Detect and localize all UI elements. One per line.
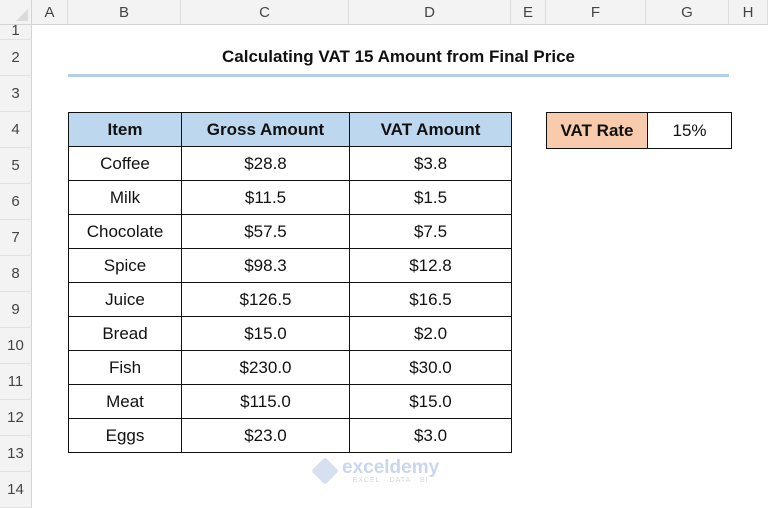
table-row: Spice $98.3 $12.8 xyxy=(68,248,512,283)
gross-amount-cell[interactable]: $126.5 xyxy=(181,282,350,317)
gross-amount-cell[interactable]: $98.3 xyxy=(181,248,350,283)
vat-rate-box: VAT Rate 15% xyxy=(546,112,732,149)
column-header-f[interactable]: F xyxy=(546,0,646,25)
column-header-h[interactable]: H xyxy=(729,0,768,25)
table-row: Fish $230.0 $30.0 xyxy=(68,350,512,385)
vat-amount-cell[interactable]: $7.5 xyxy=(349,214,512,249)
table-row: Coffee $28.8 $3.8 xyxy=(68,146,512,181)
row-header-1[interactable]: 1 xyxy=(0,25,32,40)
row-header-7[interactable]: 7 xyxy=(0,220,32,256)
header-gross-amount[interactable]: Gross Amount xyxy=(181,112,350,147)
gross-amount-cell[interactable]: $115.0 xyxy=(181,384,350,419)
title-underline xyxy=(68,74,729,77)
column-header-a[interactable]: A xyxy=(32,0,68,25)
gross-amount-cell[interactable]: $11.5 xyxy=(181,180,350,215)
table-row: Chocolate $57.5 $7.5 xyxy=(68,214,512,249)
column-header-d[interactable]: D xyxy=(349,0,511,25)
gross-amount-cell[interactable]: $15.0 xyxy=(181,316,350,351)
vat-amount-cell[interactable]: $3.0 xyxy=(349,418,512,453)
vat-amount-cell[interactable]: $2.0 xyxy=(349,316,512,351)
vat-amount-cell[interactable]: $30.0 xyxy=(349,350,512,385)
vat-amount-cell[interactable]: $16.5 xyxy=(349,282,512,317)
row-header-11[interactable]: 11 xyxy=(0,364,32,400)
vat-amount-cell[interactable]: $12.8 xyxy=(349,248,512,283)
vat-amount-cell[interactable]: $3.8 xyxy=(349,146,512,181)
item-cell[interactable]: Meat xyxy=(68,384,182,419)
table-row: Juice $126.5 $16.5 xyxy=(68,282,512,317)
item-cell[interactable]: Eggs xyxy=(68,418,182,453)
column-header-c[interactable]: C xyxy=(181,0,349,25)
sheet-title[interactable]: Calculating VAT 15 Amount from Final Pri… xyxy=(68,40,729,74)
gross-amount-cell[interactable]: $28.8 xyxy=(181,146,350,181)
header-vat-amount[interactable]: VAT Amount xyxy=(349,112,512,147)
select-all-corner[interactable] xyxy=(0,0,32,25)
row-header-14[interactable]: 14 xyxy=(0,472,32,508)
vat-table: Item Gross Amount VAT Amount Coffee $28.8… xyxy=(68,112,512,453)
row-header-12[interactable]: 12 xyxy=(0,400,32,436)
select-all-triangle-icon xyxy=(16,9,28,21)
table-row: Meat $115.0 $15.0 xyxy=(68,384,512,419)
item-cell[interactable]: Spice xyxy=(68,248,182,283)
table-header-row: Item Gross Amount VAT Amount xyxy=(68,112,512,147)
vat-rate-label[interactable]: VAT Rate xyxy=(546,112,648,149)
row-header-3[interactable]: 3 xyxy=(0,76,32,112)
gross-amount-cell[interactable]: $230.0 xyxy=(181,350,350,385)
item-cell[interactable]: Fish xyxy=(68,350,182,385)
gross-amount-cell[interactable]: $23.0 xyxy=(181,418,350,453)
item-cell[interactable]: Bread xyxy=(68,316,182,351)
row-header-13[interactable]: 13 xyxy=(0,436,32,472)
row-header-4[interactable]: 4 xyxy=(0,112,32,148)
column-header-b[interactable]: B xyxy=(68,0,181,25)
vat-amount-cell[interactable]: $1.5 xyxy=(349,180,512,215)
watermark-tagline: EXCEL · DATA · BI xyxy=(352,477,429,484)
table-row: Eggs $23.0 $3.0 xyxy=(68,418,512,453)
item-cell[interactable]: Coffee xyxy=(68,146,182,181)
column-header-g[interactable]: G xyxy=(646,0,729,25)
item-cell[interactable]: Milk xyxy=(68,180,182,215)
row-header-5[interactable]: 5 xyxy=(0,148,32,184)
row-header-2[interactable]: 2 xyxy=(0,40,32,76)
watermark: exceldemy EXCEL · DATA · BI xyxy=(311,457,440,485)
gross-amount-cell[interactable]: $57.5 xyxy=(181,214,350,249)
item-cell[interactable]: Chocolate xyxy=(68,214,182,249)
header-item[interactable]: Item xyxy=(68,112,182,147)
exceldemy-logo-icon xyxy=(311,457,339,485)
vat-rate-value[interactable]: 15% xyxy=(647,112,732,149)
column-header-e[interactable]: E xyxy=(511,0,546,25)
row-header-6[interactable]: 6 xyxy=(0,184,32,220)
table-row: Milk $11.5 $1.5 xyxy=(68,180,512,215)
row-header-8[interactable]: 8 xyxy=(0,256,32,292)
row-header-9[interactable]: 9 xyxy=(0,292,32,328)
watermark-name: exceldemy xyxy=(342,457,440,478)
table-row: Bread $15.0 $2.0 xyxy=(68,316,512,351)
row-header-10[interactable]: 10 xyxy=(0,328,32,364)
item-cell[interactable]: Juice xyxy=(68,282,182,317)
vat-amount-cell[interactable]: $15.0 xyxy=(349,384,512,419)
